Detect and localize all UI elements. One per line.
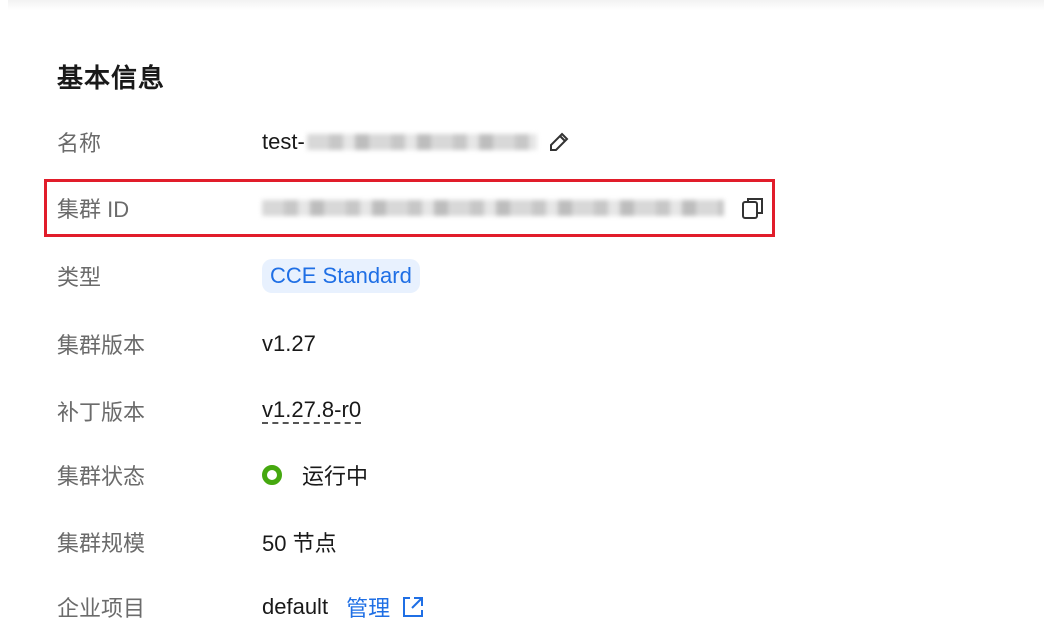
status-label: 集群状态 — [57, 464, 146, 489]
version-label: 集群版本 — [57, 333, 146, 358]
type-row: 类型 CCE Standard — [57, 258, 420, 294]
type-tag: CCE Standard — [262, 259, 420, 293]
patch-value[interactable]: v1.27.8-r0 — [262, 398, 362, 424]
highlight-box — [44, 179, 775, 237]
project-row: 企业项目 default 管理 — [57, 589, 426, 625]
scale-value: 50 节点 — [262, 531, 337, 556]
running-status-icon — [262, 465, 282, 485]
version-value: v1.27 — [262, 331, 316, 356]
patch-row: 补丁版本 v1.27.8-r0 — [57, 393, 362, 429]
project-value: default 管理 — [262, 591, 426, 623]
patch-label: 补丁版本 — [57, 400, 146, 425]
status-value: 运行中 — [262, 459, 368, 491]
status-row: 集群状态 运行中 — [57, 457, 368, 493]
project-name: default — [262, 594, 329, 619]
name-label: 名称 — [57, 131, 102, 156]
section-title: 基本信息 — [57, 63, 166, 93]
project-label: 企业项目 — [57, 596, 146, 621]
type-value: CCE Standard — [262, 259, 420, 293]
external-link-icon[interactable] — [400, 594, 426, 620]
patch-version-text[interactable]: v1.27.8-r0 — [262, 398, 362, 424]
basic-info-card: 基本信息 名称 test- 集群 ID 类型 CCE Standard 集群版本… — [0, 0, 1052, 635]
scale-label: 集群规模 — [57, 531, 146, 556]
manage-link[interactable]: 管理 — [346, 591, 390, 623]
scale-row: 集群规模 50 节点 — [57, 524, 337, 560]
name-prefix: test- — [262, 129, 305, 154]
name-row: 名称 test- — [57, 124, 571, 160]
name-redacted — [306, 134, 537, 150]
name-value: test- — [262, 129, 571, 155]
version-row: 集群版本 v1.27 — [57, 326, 316, 362]
type-label: 类型 — [57, 265, 102, 290]
status-text: 运行中 — [302, 464, 369, 489]
edit-icon[interactable] — [547, 130, 571, 154]
